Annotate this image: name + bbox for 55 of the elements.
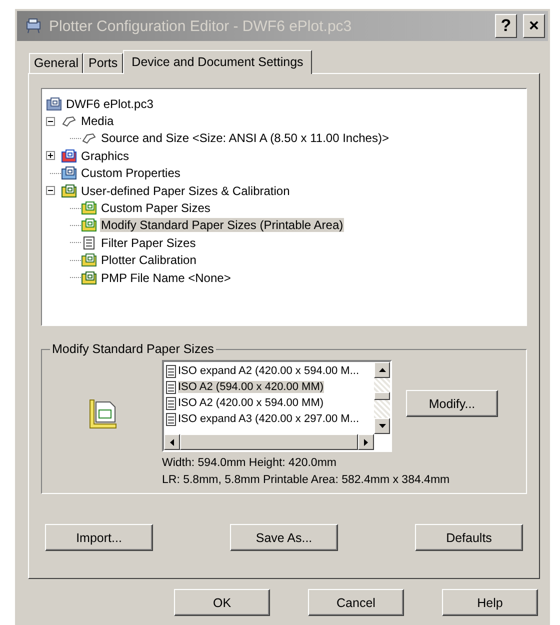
modify-button[interactable]: Modify... <box>406 390 498 417</box>
document-icon <box>166 396 176 410</box>
help-button[interactable]: ? <box>495 14 517 38</box>
paper-icon <box>61 166 77 180</box>
panel-button[interactable]: Defaults <box>415 524 523 551</box>
list-item[interactable]: ISO A2 (420.00 x 594.00 MM) <box>178 397 324 409</box>
expand-toggle[interactable] <box>46 116 55 126</box>
plotter-icon <box>25 18 43 34</box>
tree-item[interactable]: Filter Paper Sizes <box>100 236 197 250</box>
tab[interactable]: Device and Document Settings <box>122 50 312 74</box>
document-icon <box>81 236 97 250</box>
dialog-button[interactable]: Cancel <box>308 589 404 616</box>
close-button[interactable]: × <box>523 14 545 38</box>
tree-item[interactable]: DWF6 ePlot.pc3 <box>65 96 154 111</box>
up-arrow-icon[interactable] <box>378 368 386 372</box>
expand-toggle[interactable] <box>46 151 55 160</box>
document-icon <box>166 412 176 426</box>
document-icon <box>166 380 176 394</box>
list-item[interactable]: ISO expand A3 (420.00 x 297.00 M... <box>178 413 360 425</box>
tree-item[interactable]: Graphics <box>80 148 130 163</box>
panel-button[interactable]: Save As... <box>230 524 338 551</box>
tree-item[interactable]: Custom Properties <box>80 166 182 180</box>
tree-item[interactable]: PMP File Name <None> <box>100 270 232 285</box>
tree-item[interactable]: Source and Size <Size: ANSI A (8.50 x 11.00 Inches)> <box>100 131 390 146</box>
tree-item[interactable]: User-defined Paper Sizes & Calibration <box>80 184 291 198</box>
dialog-button[interactable]: OK <box>174 589 270 616</box>
down-arrow-icon[interactable] <box>378 424 386 428</box>
group-title: Modify Standard Paper Sizes <box>51 342 215 356</box>
tree-item[interactable]: Custom Paper Sizes <box>100 201 212 216</box>
paper-icon <box>81 201 97 216</box>
paper-icon <box>81 270 97 285</box>
expand-toggle[interactable] <box>46 186 55 196</box>
document-icon <box>166 364 176 378</box>
printable-area-text: LR: 5.8mm, 5.8mm Printable Area: 582.4mm x 384.4mm <box>162 474 451 486</box>
tree-item[interactable]: Plotter Calibration <box>100 253 198 268</box>
size-text: Width: 594.0mm Height: 420.0mm <box>162 457 338 469</box>
paper-icon <box>81 218 97 232</box>
list-item[interactable]: ISO expand A2 (420.00 x 594.00 M... <box>178 365 360 377</box>
vertical-scrollbar[interactable] <box>374 362 390 434</box>
paper-icon <box>61 148 77 163</box>
list-item[interactable]: ISO A2 (594.00 x 420.00 MM) <box>178 381 324 393</box>
right-arrow-icon[interactable] <box>364 438 368 446</box>
paper-icon <box>81 253 97 268</box>
tree-item[interactable]: Media <box>80 114 115 128</box>
panel-button[interactable]: Import... <box>45 524 153 551</box>
paper-icon <box>46 96 62 111</box>
left-arrow-icon[interactable] <box>170 438 174 446</box>
scroll-thumb[interactable] <box>180 434 358 450</box>
paper-icon <box>61 184 77 198</box>
horizontal-scrollbar[interactable] <box>164 434 374 450</box>
scroll-thumb[interactable] <box>374 392 390 400</box>
tab[interactable]: General <box>29 53 84 73</box>
tree-item[interactable]: Modify Standard Paper Sizes (Printable Area) <box>100 218 344 232</box>
paper-ruler-icon <box>88 398 118 430</box>
dialog-button[interactable]: Help <box>442 589 538 616</box>
